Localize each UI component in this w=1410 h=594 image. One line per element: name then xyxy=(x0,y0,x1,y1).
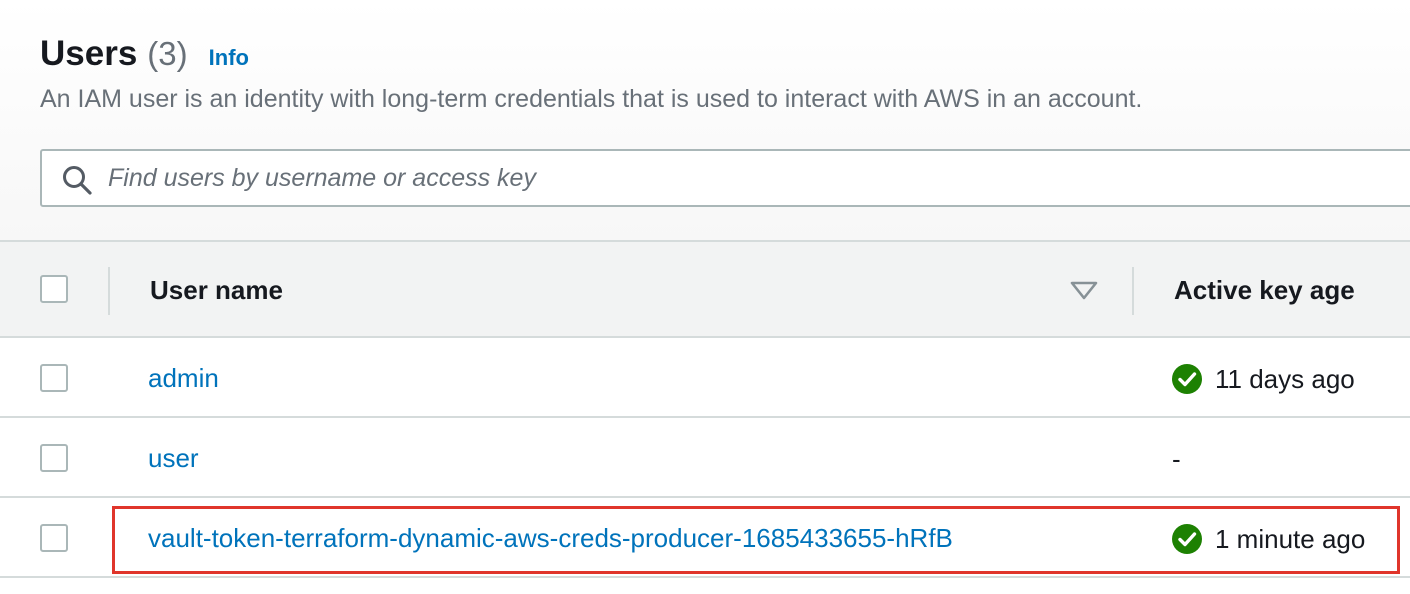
table-row: user - xyxy=(0,418,1410,498)
table-row: admin 11 days ago xyxy=(0,338,1410,418)
key-age-text: - xyxy=(1172,444,1181,474)
row-checkbox[interactable] xyxy=(40,364,68,392)
table-row: vault-token-terraform-dynamic-aws-creds-… xyxy=(0,498,1410,578)
user-name-link[interactable]: vault-token-terraform-dynamic-aws-creds-… xyxy=(148,523,953,554)
select-all-checkbox[interactable] xyxy=(40,275,68,303)
title-row: Users (3) Info xyxy=(40,34,249,82)
row-checkbox[interactable] xyxy=(40,524,68,552)
page-description: An IAM user is an identity with long-ter… xyxy=(40,85,1143,113)
column-header-active-key-age[interactable]: Active key age xyxy=(1174,275,1355,306)
check-circle-icon xyxy=(1172,364,1202,394)
column-header-user-name[interactable]: User name xyxy=(150,275,283,306)
user-name-link[interactable]: user xyxy=(148,443,199,474)
search-box[interactable] xyxy=(40,149,1410,207)
column-divider xyxy=(1132,267,1134,315)
table-bottom-border xyxy=(0,576,1410,578)
users-header: Users (3) Info An IAM user is an identit… xyxy=(0,0,1410,240)
active-key-age: 11 days ago xyxy=(1172,362,1355,396)
info-link[interactable]: Info xyxy=(209,45,249,71)
table-header: User name Active key age xyxy=(0,240,1410,338)
user-count: (3) xyxy=(147,35,188,72)
search-input[interactable] xyxy=(108,157,1408,199)
key-age-text: 1 minute ago xyxy=(1215,523,1366,554)
column-divider xyxy=(108,267,110,315)
row-checkbox[interactable] xyxy=(40,444,68,472)
search-icon xyxy=(63,166,92,195)
active-key-age: 1 minute ago xyxy=(1172,522,1365,556)
iam-users-page: Users (3) Info An IAM user is an identit… xyxy=(0,0,1410,594)
key-age-text: 11 days ago xyxy=(1215,363,1355,394)
page-title: Users xyxy=(40,34,138,73)
check-circle-icon xyxy=(1172,524,1202,554)
sort-descending-icon[interactable] xyxy=(1070,281,1098,301)
user-name-link[interactable]: admin xyxy=(148,363,219,394)
